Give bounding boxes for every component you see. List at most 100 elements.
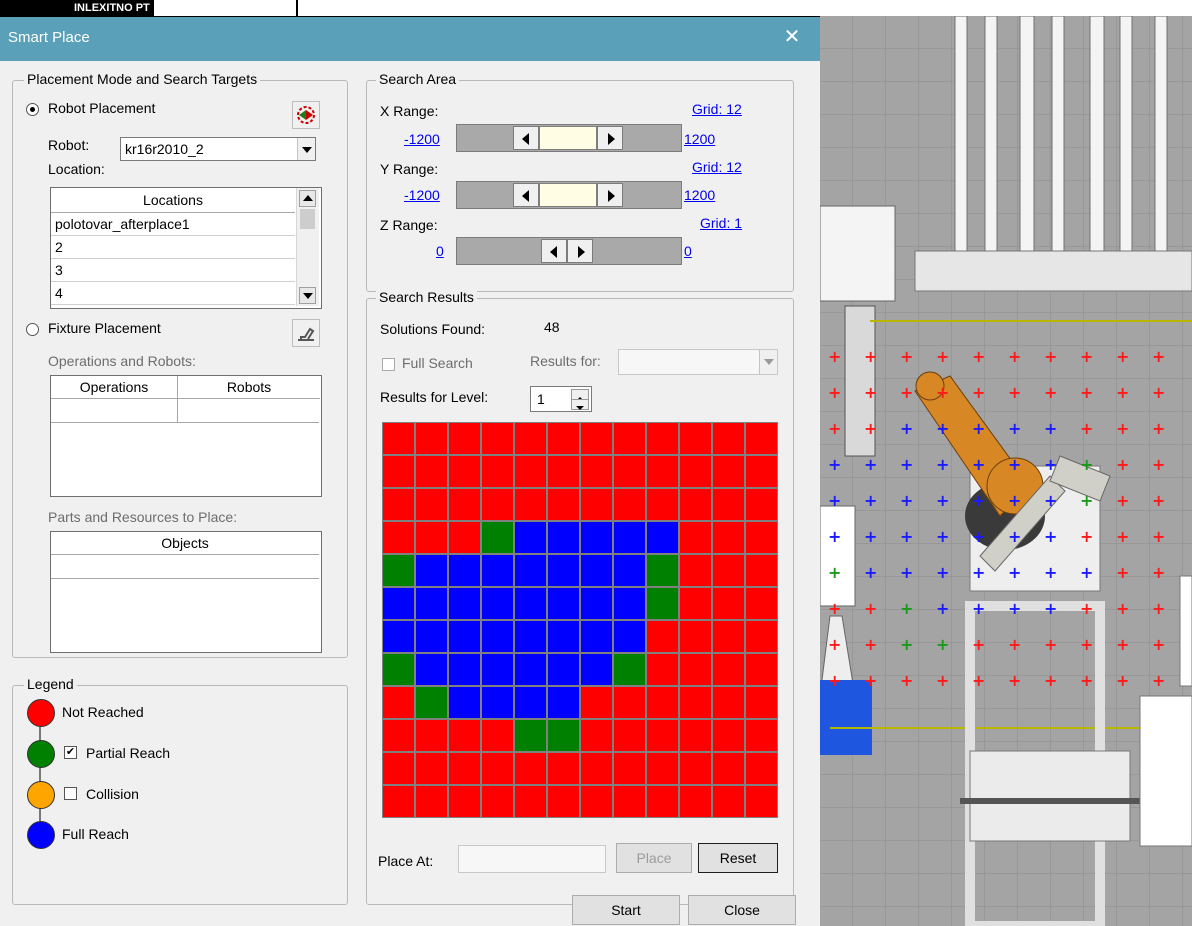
y-grid-link[interactable]: Grid: 12 <box>692 159 742 175</box>
reset-button[interactable]: Reset <box>698 843 778 873</box>
fixture-placement-icon[interactable] <box>292 319 320 347</box>
grid-cell[interactable] <box>482 588 513 619</box>
grid-cell[interactable] <box>383 489 414 520</box>
grid-cell[interactable] <box>515 621 546 652</box>
grid-cell[interactable] <box>614 489 645 520</box>
grid-cell[interactable] <box>515 588 546 619</box>
full-search-label[interactable]: Full Search <box>402 355 473 371</box>
grid-cell[interactable] <box>680 621 711 652</box>
grid-cell[interactable] <box>548 489 579 520</box>
grid-cell[interactable] <box>647 489 678 520</box>
table-row[interactable] <box>51 399 319 423</box>
grid-cell[interactable] <box>581 720 612 751</box>
grid-cell[interactable] <box>614 456 645 487</box>
grid-cell[interactable] <box>515 456 546 487</box>
grid-cell[interactable] <box>581 555 612 586</box>
list-item[interactable]: 2 <box>51 236 295 259</box>
grid-cell[interactable] <box>614 786 645 817</box>
grid-cell[interactable] <box>548 522 579 553</box>
grid-cell[interactable] <box>416 687 447 718</box>
grid-cell[interactable] <box>713 786 744 817</box>
grid-cell[interactable] <box>416 588 447 619</box>
grid-cell[interactable] <box>383 786 414 817</box>
grid-cell[interactable] <box>482 555 513 586</box>
grid-cell[interactable] <box>581 654 612 685</box>
grid-cell[interactable] <box>746 489 777 520</box>
grid-cell[interactable] <box>746 555 777 586</box>
grid-cell[interactable] <box>680 654 711 685</box>
grid-cell[interactable] <box>647 621 678 652</box>
grid-cell[interactable] <box>647 654 678 685</box>
grid-cell[interactable] <box>449 786 480 817</box>
grid-cell[interactable] <box>581 786 612 817</box>
grid-cell[interactable] <box>416 423 447 454</box>
grid-cell[interactable] <box>383 423 414 454</box>
grid-cell[interactable] <box>482 489 513 520</box>
z-range-slider[interactable] <box>456 237 682 265</box>
grid-cell[interactable] <box>548 753 579 784</box>
grid-cell[interactable] <box>680 753 711 784</box>
full-search-checkbox[interactable] <box>382 358 395 371</box>
chevron-down-icon[interactable] <box>297 138 315 160</box>
grid-cell[interactable] <box>515 753 546 784</box>
grid-cell[interactable] <box>449 621 480 652</box>
y-range-slider[interactable] <box>456 181 682 209</box>
operations-header[interactable]: Operations <box>51 376 178 399</box>
y-min-link[interactable]: -1200 <box>404 187 440 203</box>
grid-cell[interactable] <box>581 456 612 487</box>
grid-cell[interactable] <box>482 522 513 553</box>
grid-cell[interactable] <box>383 456 414 487</box>
grid-cell[interactable] <box>515 489 546 520</box>
grid-cell[interactable] <box>614 720 645 751</box>
robot-cell-scene[interactable]: + + + + + + + + + + + + + + + + + + + + + + + + + + + + + + + + + + + + + + + +… <box>820 16 1192 926</box>
grid-cell[interactable] <box>614 423 645 454</box>
grid-cell[interactable] <box>416 753 447 784</box>
grid-cell[interactable] <box>449 489 480 520</box>
robot-placement-radio[interactable] <box>26 103 39 116</box>
grid-cell[interactable] <box>548 456 579 487</box>
grid-cell[interactable] <box>647 720 678 751</box>
grid-cell[interactable] <box>383 588 414 619</box>
grid-cell[interactable] <box>713 489 744 520</box>
grid-cell[interactable] <box>581 621 612 652</box>
close-button[interactable]: Close <box>688 895 796 925</box>
grid-cell[interactable] <box>449 555 480 586</box>
grid-cell[interactable] <box>746 423 777 454</box>
spinner-down-icon[interactable] <box>571 399 589 410</box>
grid-cell[interactable] <box>713 522 744 553</box>
grid-cell[interactable] <box>680 489 711 520</box>
grid-cell[interactable] <box>548 423 579 454</box>
grid-cell[interactable] <box>548 654 579 685</box>
grid-cell[interactable] <box>746 522 777 553</box>
grid-cell[interactable] <box>713 720 744 751</box>
level-spinner[interactable]: 1 <box>530 386 592 412</box>
grid-cell[interactable] <box>713 456 744 487</box>
grid-cell[interactable] <box>515 720 546 751</box>
grid-cell[interactable] <box>383 555 414 586</box>
grid-cell[interactable] <box>482 786 513 817</box>
grid-cell[interactable] <box>680 687 711 718</box>
grid-cell[interactable] <box>482 621 513 652</box>
grid-cell[interactable] <box>713 654 744 685</box>
fixture-placement-label[interactable]: Fixture Placement <box>48 320 161 336</box>
grid-cell[interactable] <box>680 786 711 817</box>
grid-cell[interactable] <box>449 456 480 487</box>
grid-cell[interactable] <box>746 687 777 718</box>
grid-cell[interactable] <box>383 753 414 784</box>
close-icon[interactable]: ✕ <box>780 25 804 49</box>
grid-cell[interactable] <box>614 687 645 718</box>
y-max-link[interactable]: 1200 <box>684 187 715 203</box>
grid-cell[interactable] <box>515 522 546 553</box>
grid-cell[interactable] <box>713 423 744 454</box>
grid-cell[interactable] <box>647 522 678 553</box>
3d-viewport[interactable]: + + + + + + + + + + + + + + + + + + + + + + + + + + + + + + + + + + + + + + + +… <box>820 16 1192 926</box>
locations-scrollbar[interactable] <box>296 188 319 306</box>
grid-cell[interactable] <box>548 720 579 751</box>
grid-cell[interactable] <box>614 654 645 685</box>
locations-table[interactable]: Locations polotovar_afterplace1 2 3 4 <box>50 187 322 309</box>
x-range-thumb[interactable] <box>539 126 597 150</box>
grid-cell[interactable] <box>746 456 777 487</box>
grid-cell[interactable] <box>548 786 579 817</box>
level-value[interactable]: 1 <box>537 391 545 407</box>
grid-cell[interactable] <box>713 753 744 784</box>
